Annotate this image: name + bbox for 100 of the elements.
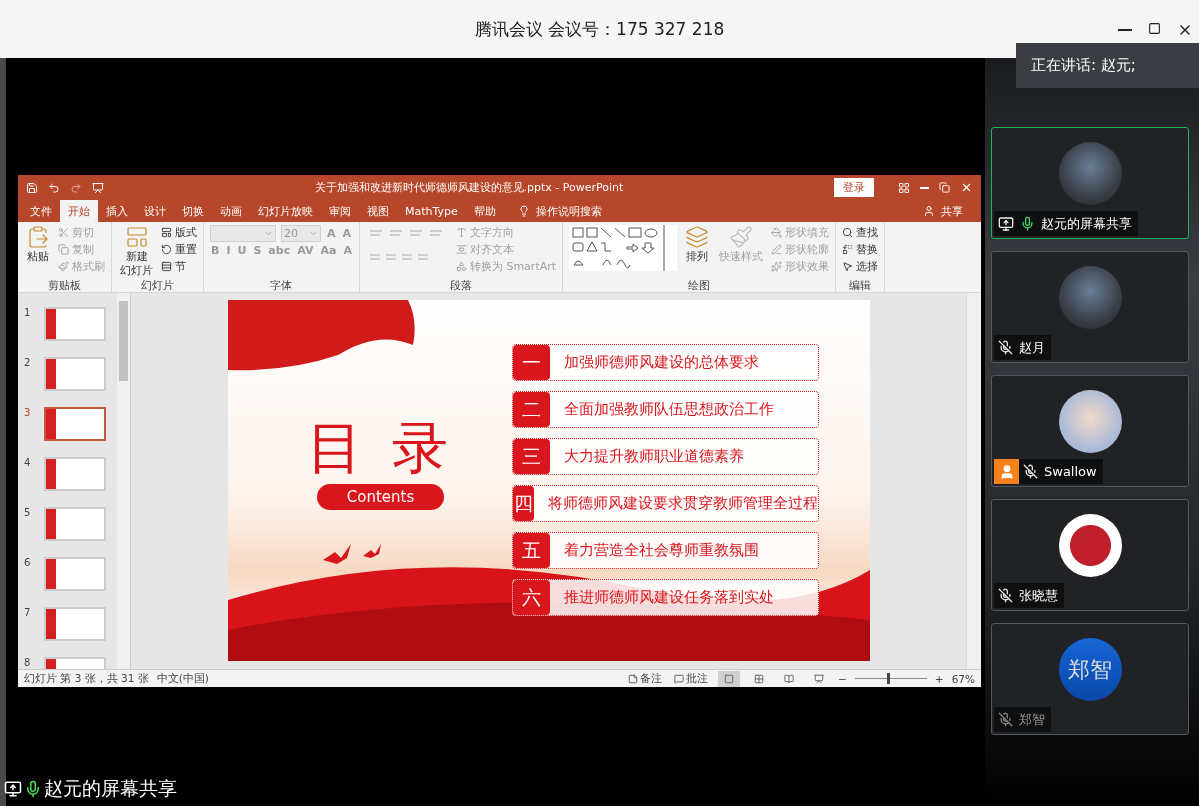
ribbon-tab[interactable]: MathType bbox=[397, 200, 466, 222]
ribbon-tab[interactable]: 审阅 bbox=[321, 200, 359, 222]
paintbrush-icon bbox=[58, 261, 69, 272]
slide-number: 5 bbox=[24, 507, 32, 518]
ribbon-button[interactable]: 选择 bbox=[842, 259, 879, 274]
zoom-in-button[interactable]: + bbox=[934, 672, 944, 685]
entry-text: 推进师德师风建设任务落到实处 bbox=[562, 587, 775, 608]
layout-icon bbox=[161, 227, 172, 238]
font-name-field[interactable] bbox=[210, 225, 276, 242]
share-button[interactable]: 共享 bbox=[917, 200, 969, 222]
minimize-icon[interactable] bbox=[920, 186, 929, 189]
participant-name: 赵月 bbox=[1019, 338, 1045, 357]
slide-icon bbox=[124, 225, 149, 249]
layers-icon bbox=[685, 225, 710, 249]
ribbon-tab[interactable]: 动画 bbox=[212, 200, 250, 222]
ribbon-button[interactable]: 节 bbox=[161, 259, 197, 274]
participant-name: Swallow bbox=[1044, 464, 1097, 479]
ribbon-tab[interactable]: 文件 bbox=[22, 200, 60, 222]
ribbon-tab[interactable]: 设计 bbox=[136, 200, 174, 222]
meeting-title: 腾讯会议 会议号：175 327 218 bbox=[474, 17, 725, 41]
tell-me-search[interactable]: 操作说明搜索 bbox=[511, 200, 608, 222]
avatar-circle: 郑智 bbox=[1058, 638, 1122, 701]
birds-drawing bbox=[322, 544, 381, 564]
ribbon-large-button[interactable]: 粘贴 bbox=[24, 225, 52, 278]
entry-text: 着力营造全社会尊师重教氛围 bbox=[562, 540, 760, 561]
ribbon-button[interactable]: 重置 bbox=[161, 242, 197, 257]
ribbon-tab[interactable]: 插入 bbox=[98, 200, 136, 222]
participant-name: 赵元的屏幕共享 bbox=[1041, 214, 1132, 233]
group-label: 幻灯片 bbox=[140, 278, 175, 292]
entry-numeral: 五 bbox=[512, 533, 550, 568]
clipboard-icon bbox=[26, 225, 50, 249]
normal-view-button[interactable] bbox=[718, 670, 741, 687]
slide-thumbnail[interactable] bbox=[44, 307, 106, 341]
lightbulb-icon bbox=[517, 205, 530, 217]
slide-number: 6 bbox=[24, 557, 32, 568]
ribbon-tab[interactable]: 切换 bbox=[174, 200, 212, 222]
scrollbar[interactable] bbox=[117, 293, 130, 669]
slide-info: 幻灯片 第 3 张，共 31 张 bbox=[24, 671, 149, 686]
shapes-icon bbox=[455, 261, 467, 272]
redo-icon bbox=[70, 181, 82, 194]
ribbon-tab[interactable]: 幻灯片放映 bbox=[250, 200, 321, 222]
close-icon bbox=[960, 181, 973, 194]
copy-icon bbox=[58, 244, 69, 255]
slide-number: 2 bbox=[24, 357, 32, 368]
pointer-icon bbox=[842, 261, 854, 272]
ribbon-tab[interactable]: 开始 bbox=[60, 200, 98, 222]
slide-thumbnail[interactable] bbox=[44, 357, 106, 391]
language-label: 中文(中国) bbox=[156, 671, 209, 686]
entry-numeral: 六 bbox=[512, 580, 550, 615]
slide-thumbnail[interactable] bbox=[44, 507, 106, 541]
group-label: 剪贴板 bbox=[47, 278, 82, 292]
zoom-out-button[interactable]: − bbox=[838, 672, 847, 685]
scrollbar[interactable] bbox=[966, 293, 981, 669]
chevron-down-icon bbox=[264, 229, 273, 238]
book-icon bbox=[784, 673, 795, 684]
square-icon bbox=[724, 673, 735, 684]
presentation-icon bbox=[814, 673, 825, 684]
zoom-thumb[interactable] bbox=[887, 673, 891, 684]
ribbon-large-button[interactable]: 排列 bbox=[683, 225, 712, 278]
notes-button[interactable]: 备注 bbox=[626, 671, 665, 686]
replace-icon bbox=[842, 244, 854, 255]
slide-thumbnail[interactable] bbox=[44, 607, 106, 641]
entry-numeral: 三 bbox=[512, 439, 550, 474]
ribbon-button[interactable]: 版式 bbox=[161, 225, 197, 240]
scissors-icon bbox=[58, 227, 69, 238]
slide-thumbnail[interactable] bbox=[44, 407, 106, 441]
slide-thumbnail[interactable] bbox=[44, 557, 106, 591]
slide-number: 1 bbox=[24, 307, 32, 318]
notes-icon bbox=[628, 673, 639, 684]
entry-numeral: 四 bbox=[512, 486, 534, 521]
group-label: 段落 bbox=[449, 278, 473, 292]
ribbon-button[interactable]: 替换 bbox=[842, 242, 879, 257]
speaking-text: 正在讲话: 赵元; bbox=[1031, 56, 1136, 75]
entry-text: 全面加强教师队伍思想政治工作 bbox=[562, 399, 775, 420]
slide-number: 8 bbox=[24, 657, 32, 668]
entry-text: 加强师德师风建设的总体要求 bbox=[562, 352, 760, 373]
grid-icon bbox=[754, 673, 765, 684]
ribbon-large-button[interactable]: 新建 幻灯片 bbox=[118, 225, 155, 278]
entry-numeral: 二 bbox=[512, 392, 550, 427]
ribbon-tab[interactable]: 帮助 bbox=[465, 200, 504, 222]
entry-numeral: 一 bbox=[512, 345, 550, 380]
group-label: 绘图 bbox=[687, 278, 712, 292]
paint-bucket-icon bbox=[771, 227, 783, 238]
comments-button[interactable]: 批注 bbox=[672, 671, 711, 686]
maximize-icon bbox=[1148, 22, 1161, 35]
slide-number: 3 bbox=[24, 407, 32, 418]
undo-icon bbox=[48, 181, 60, 194]
pen-icon bbox=[771, 244, 783, 255]
shapes-gallery-drawing[interactable] bbox=[569, 225, 678, 271]
document-title: 关于加强和改进新时代师德师风建设的意见.pptx - PowerPoint bbox=[313, 180, 625, 195]
align-icon bbox=[455, 244, 467, 255]
rows-icon bbox=[161, 261, 172, 272]
text-icon bbox=[455, 227, 467, 238]
ribbon-button[interactable]: 查找 bbox=[842, 225, 879, 240]
slide-number: 4 bbox=[24, 457, 32, 468]
login-button[interactable]: 登录 bbox=[834, 178, 874, 197]
ribbon-display-icon bbox=[898, 181, 910, 194]
restore-icon bbox=[939, 182, 950, 193]
slide-thumbnail[interactable] bbox=[44, 457, 106, 491]
ribbon-tab[interactable]: 视图 bbox=[359, 200, 397, 222]
